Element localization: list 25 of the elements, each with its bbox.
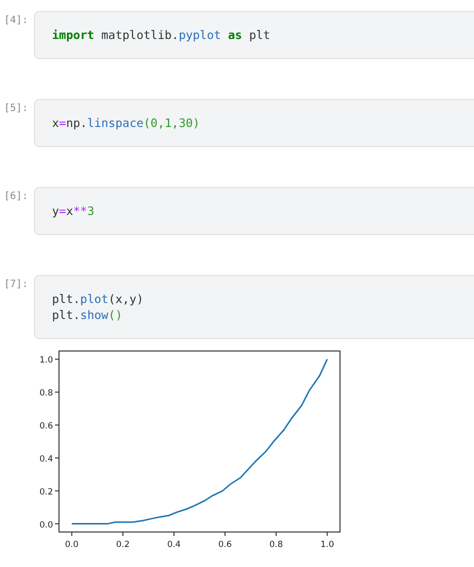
y-tick-label: 0.2 [39,487,53,498]
x-tick-label: 0.4 [167,540,181,550]
code-cell[interactable]: x=np.linspace(0,1,30) [34,99,474,147]
x-tick-label: 0.2 [116,540,130,550]
x-tick-label: 1.0 [320,540,334,550]
x-tick-label: 0.0 [65,540,79,550]
x-tick-label: 0.6 [218,540,232,550]
x-tick-label: 0.8 [269,540,283,550]
cell-prompt: [5]: [3,102,30,116]
y-tick-label: 0.8 [39,388,53,399]
y-tick-label: 0.6 [39,422,53,432]
y-tick-label: 0.4 [39,454,53,464]
code-line: import matplotlib.pyplot as plt [52,27,272,43]
cell-prompt: [7]: [3,278,30,292]
y-tick-label: 0.0 [39,520,53,530]
code-line: plt.plot(x,y) [52,291,144,307]
code-line: y=x**3 [52,203,96,219]
code-cell[interactable]: y=x**3 [34,187,474,235]
y-tick-label: 1.0 [39,356,53,366]
code-cell[interactable]: import matplotlib.pyplot as plt [34,11,474,59]
cell-prompt: [6]: [3,190,30,204]
cell-prompt: [4]: [3,14,30,28]
code-line: x=np.linspace(0,1,30) [52,115,201,131]
code-cell[interactable]: plt.plot(x,y) plt.show() [34,275,474,339]
code-line: plt.show() [52,307,124,323]
